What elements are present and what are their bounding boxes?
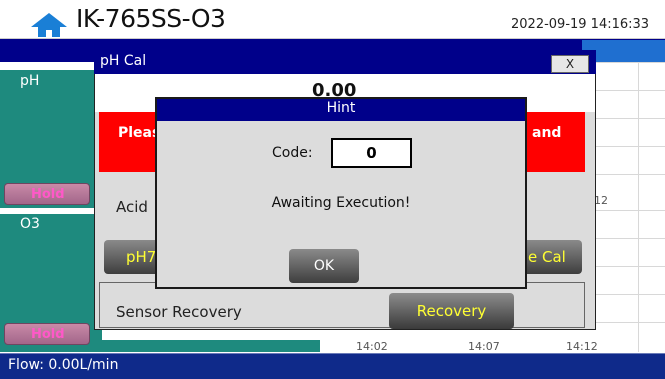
grid-line xyxy=(638,62,639,352)
chart-tick-label: 14:02 xyxy=(356,340,388,353)
o3-bar-strip xyxy=(102,340,320,352)
code-label: Code: xyxy=(272,145,313,161)
ph-cal-titlebar xyxy=(94,50,596,74)
instruction-text-left: Pleas xyxy=(118,125,161,141)
chart-tick-label: 14:07 xyxy=(468,340,500,353)
grid-line xyxy=(588,238,665,239)
ph-label: pH xyxy=(20,73,40,89)
grid-line xyxy=(588,118,665,119)
code-field: 0 xyxy=(331,138,412,168)
ok-button[interactable]: OK xyxy=(289,249,359,283)
grid-line xyxy=(588,174,665,175)
trend-chart-area xyxy=(588,62,665,352)
flow-readout: Flow: 0.00L/min xyxy=(8,357,119,373)
recovery-button[interactable]: Recovery xyxy=(389,293,514,329)
datetime-display: 2022-09-19 14:16:33 xyxy=(511,17,650,32)
grid-line xyxy=(588,322,665,323)
grid-line xyxy=(588,210,665,211)
chart-tick-label: 12 xyxy=(594,194,608,207)
ph-cal-title: pH Cal xyxy=(100,53,147,69)
hint-message: Awaiting Execution! xyxy=(271,195,411,211)
acid-label: Acid xyxy=(116,198,148,216)
grid-line xyxy=(588,62,665,63)
chart-tick-label: 14:12 xyxy=(566,340,598,353)
grid-line xyxy=(588,146,665,147)
instruction-text-right: and xyxy=(532,125,562,141)
grid-line xyxy=(588,294,665,295)
home-icon[interactable] xyxy=(30,12,68,38)
hold-ph-button[interactable]: Hold xyxy=(4,183,90,205)
o3-label: O3 xyxy=(20,216,40,232)
device-title: IK-765SS-O3 xyxy=(76,4,226,33)
sensor-recovery-label: Sensor Recovery xyxy=(116,303,242,321)
grid-line xyxy=(588,90,665,91)
cal-button[interactable]: e Cal xyxy=(520,240,582,274)
hold-o3-button[interactable]: Hold xyxy=(4,323,90,345)
hint-title: Hint xyxy=(326,100,356,116)
close-button[interactable]: X xyxy=(551,55,589,73)
grid-line xyxy=(588,266,665,267)
